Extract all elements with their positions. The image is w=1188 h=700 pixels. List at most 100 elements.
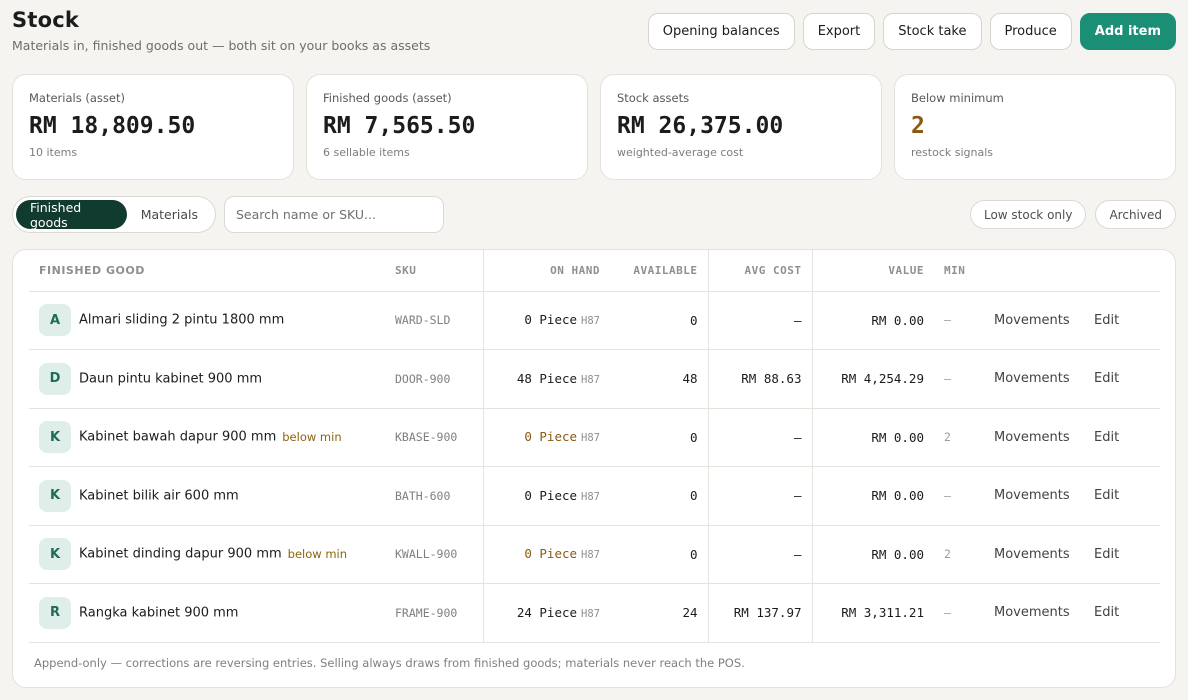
item-value: RM 3,311.21 <box>811 583 934 643</box>
opening-balances-button[interactable]: Opening balances <box>647 13 795 50</box>
search-input[interactable] <box>224 196 444 233</box>
edit-link[interactable]: Edit <box>1094 371 1119 386</box>
card-label: Finished goods (asset) <box>323 91 452 105</box>
item-avg-cost: — <box>707 408 812 467</box>
item-value: RM 0.00 <box>811 525 934 584</box>
kpi-cards: Materials (asset) RM 18,809.50 10 items … <box>12 74 1176 180</box>
column-header-edit <box>1084 250 1160 292</box>
table-row[interactable]: K Kabinet bilik air 600 mm BATH-600 0 Pie… <box>29 466 1160 526</box>
edit-link[interactable]: Edit <box>1094 488 1119 503</box>
card-subtext: 10 items <box>29 146 78 159</box>
item-avatar: K <box>39 538 71 571</box>
card-subtext: restock signals <box>911 146 994 159</box>
add-item-button[interactable]: Add item <box>1079 13 1176 50</box>
stock-take-button[interactable]: Stock take <box>883 13 982 50</box>
item-name: Rangka kabinet 900 mm <box>79 605 239 621</box>
item-sku: KWALL-900 <box>385 525 483 584</box>
item-name: Kabinet dinding dapur 900 mm <box>79 546 282 562</box>
table-row[interactable]: R Rangka kabinet 900 mm FRAME-900 24 Piec… <box>29 583 1160 643</box>
column-header-value[interactable]: VALUE <box>811 250 934 292</box>
card-value: 2 <box>911 113 925 139</box>
item-avatar: R <box>39 596 71 629</box>
item-min: — <box>934 291 984 350</box>
column-header-movements <box>984 250 1084 292</box>
table-row[interactable]: D Daun pintu kabinet 900 mm DOOR-900 48 P… <box>29 349 1160 409</box>
item-min: — <box>934 466 984 526</box>
item-available: 24 <box>610 583 708 643</box>
below-min-badge: below min <box>287 547 348 562</box>
table-row[interactable]: A Almari sliding 2 pintu 1800 mm WARD-SLD… <box>29 291 1160 350</box>
item-value: RM 0.00 <box>811 466 934 526</box>
item-on-hand: 0 Piece <box>524 546 578 562</box>
movements-link[interactable]: Movements <box>994 547 1070 562</box>
item-unit-code: H87 <box>581 315 600 328</box>
tab-materials[interactable]: Materials <box>127 200 212 229</box>
item-min: 2 <box>934 525 984 584</box>
table-footnote: Append-only — corrections are reversing … <box>34 656 745 670</box>
archived-chip[interactable]: Archived <box>1095 200 1176 229</box>
item-on-hand: 0 Piece <box>524 487 578 503</box>
item-name: Kabinet bilik air 600 mm <box>79 488 239 504</box>
edit-link[interactable]: Edit <box>1094 605 1119 620</box>
item-on-hand: 0 Piece <box>524 429 578 445</box>
produce-button[interactable]: Produce <box>989 13 1072 50</box>
card-subtext: weighted-average cost <box>617 146 744 159</box>
stock-table: FINISHED GOOD SKU ON HAND AVAILABLE AVG … <box>29 250 1160 643</box>
table-row[interactable]: K Kabinet dinding dapur 900 mm below min K… <box>29 525 1160 584</box>
item-available: 0 <box>610 525 708 584</box>
item-value: RM 0.00 <box>811 291 934 350</box>
item-sku: FRAME-900 <box>385 583 483 643</box>
item-min: 2 <box>934 408 984 467</box>
item-min: — <box>934 349 984 409</box>
filter-chips: Low stock only Archived <box>969 200 1176 229</box>
column-header-avg-cost[interactable]: AVG COST <box>707 250 812 292</box>
edit-link[interactable]: Edit <box>1094 547 1119 562</box>
card-label: Stock assets <box>617 91 690 105</box>
item-available: 0 <box>610 466 708 526</box>
stock-table-panel: FINISHED GOOD SKU ON HAND AVAILABLE AVG … <box>12 249 1176 688</box>
column-header-on-hand[interactable]: ON HAND <box>482 250 610 292</box>
movements-link[interactable]: Movements <box>994 488 1070 503</box>
item-avatar: K <box>39 479 71 512</box>
column-header-finished-good[interactable]: FINISHED GOOD <box>29 250 385 292</box>
item-value: RM 4,254.29 <box>811 349 934 409</box>
item-avg-cost: — <box>707 525 812 584</box>
filter-bar: Finished goods Materials Low stock only … <box>12 196 1176 234</box>
item-avg-cost: RM 88.63 <box>707 349 812 409</box>
item-avatar: D <box>39 362 71 395</box>
item-on-hand: 48 Piece <box>516 370 578 386</box>
item-available: 0 <box>610 408 708 467</box>
card-label: Below minimum <box>911 91 1004 105</box>
edit-link[interactable]: Edit <box>1094 430 1119 445</box>
column-header-sku[interactable]: SKU <box>385 250 483 292</box>
tab-finished-goods[interactable]: Finished goods <box>16 200 127 230</box>
item-sku: KBASE-900 <box>385 408 483 467</box>
movements-link[interactable]: Movements <box>994 313 1070 328</box>
item-unit-code: H87 <box>581 607 600 620</box>
item-avg-cost: RM 137.97 <box>707 583 812 643</box>
item-min: — <box>934 583 984 643</box>
card-value: RM 18,809.50 <box>29 113 196 139</box>
card-label: Materials (asset) <box>29 91 125 105</box>
low-stock-only-chip[interactable]: Low stock only <box>969 200 1087 229</box>
edit-link[interactable]: Edit <box>1094 313 1119 328</box>
column-header-min[interactable]: MIN <box>934 250 984 292</box>
item-on-hand: 0 Piece <box>524 312 578 328</box>
movements-link[interactable]: Movements <box>994 430 1070 445</box>
item-available: 48 <box>610 349 708 409</box>
item-sku: WARD-SLD <box>385 291 483 350</box>
page-header: Stock Materials in, finished goods out —… <box>12 8 1176 68</box>
movements-link[interactable]: Movements <box>994 371 1070 386</box>
table-row[interactable]: K Kabinet bawah dapur 900 mm below min KBA… <box>29 408 1160 467</box>
item-sku: BATH-600 <box>385 466 483 526</box>
item-avg-cost: — <box>707 291 812 350</box>
item-name: Almari sliding 2 pintu 1800 mm <box>79 312 285 328</box>
movements-link[interactable]: Movements <box>994 605 1070 620</box>
card-subtext: 6 sellable items <box>323 146 410 159</box>
export-button[interactable]: Export <box>802 13 876 50</box>
item-avg-cost: — <box>707 466 812 526</box>
item-unit-code: H87 <box>581 373 600 386</box>
materials-asset-card: Materials (asset) RM 18,809.50 10 items <box>12 74 294 180</box>
column-header-available[interactable]: AVAILABLE <box>610 250 708 292</box>
header-actions: Opening balances Export Stock take Produ… <box>647 13 1176 50</box>
